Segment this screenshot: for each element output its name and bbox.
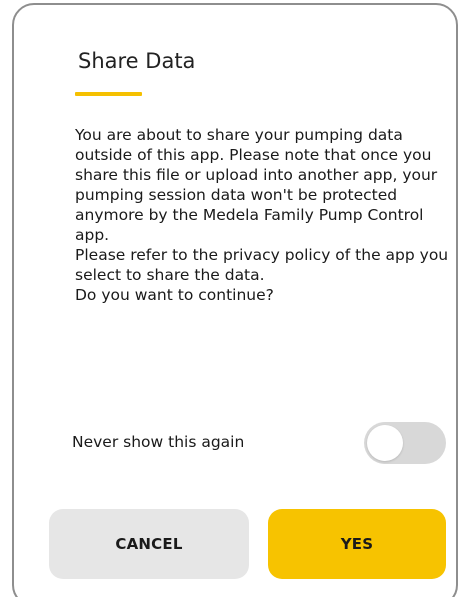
yes-button[interactable]: YES (268, 509, 446, 579)
message-paragraph-question: Do you want to continue? (75, 286, 274, 304)
toggle-knob (367, 425, 403, 461)
message-paragraph-warning: You are about to share your pumping data… (75, 126, 438, 244)
cancel-button[interactable]: CANCEL (49, 509, 249, 579)
message-paragraph-privacy: Please refer to the privacy policy of th… (75, 246, 449, 284)
never-show-toggle[interactable] (364, 422, 446, 464)
dialog-title: Share Data (78, 49, 196, 73)
title-accent-bar (75, 92, 142, 96)
dialog-message: You are about to share your pumping data… (75, 125, 450, 305)
share-data-dialog: Share Data You are about to share your p… (12, 3, 458, 597)
never-show-label: Never show this again (72, 433, 245, 451)
